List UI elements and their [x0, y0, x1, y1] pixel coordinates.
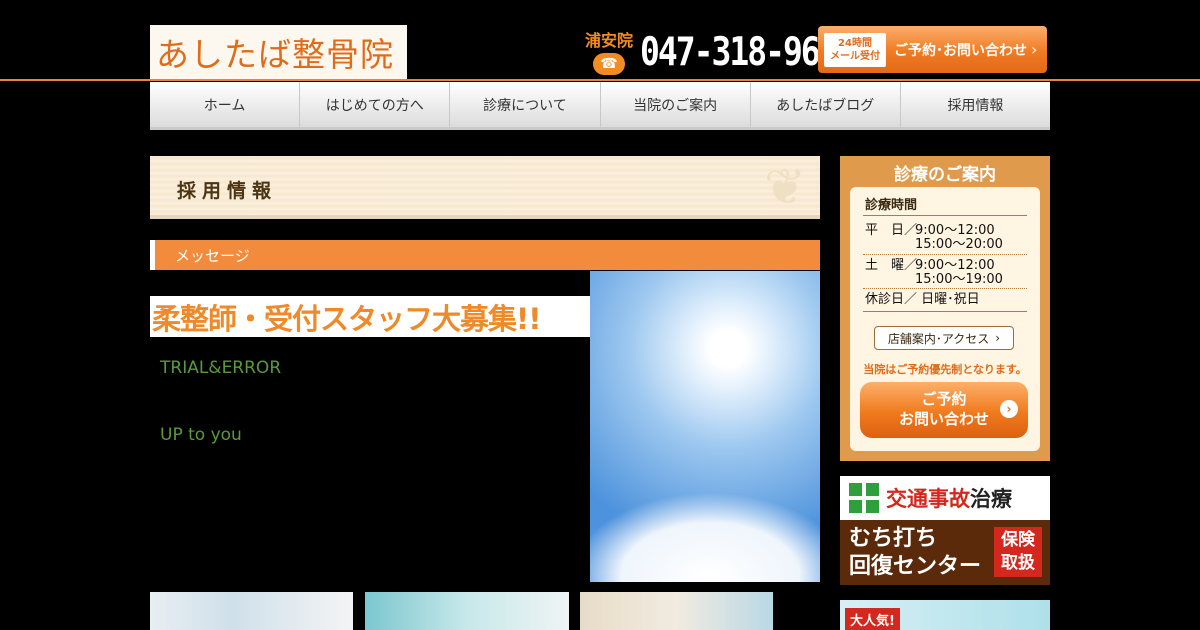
- contact-button[interactable]: 24時間 メール受付 ご予約･お問い合わせ ›: [818, 26, 1047, 73]
- divider: [863, 215, 1027, 216]
- clinic-info-heading: 診療のご案内: [894, 165, 996, 185]
- contact-button-label: ご予約･お問い合わせ: [894, 42, 1027, 59]
- divider: [863, 311, 1027, 312]
- nav-item-about[interactable]: 当院のご案内: [601, 82, 751, 127]
- reserve-button[interactable]: ご予約 お問い合わせ ›: [860, 382, 1028, 438]
- nav-item-recruit[interactable]: 採用情報: [901, 82, 1050, 127]
- recruit-banner-text: 柔整師・受付スタッフ大募集!!: [152, 301, 541, 336]
- hours-heading: 診療時間: [865, 198, 918, 213]
- nav-item-blog[interactable]: あしたばブログ: [751, 82, 901, 127]
- chevron-right-icon: ›: [995, 331, 1001, 345]
- page-title-bar: 採用情報 ❦: [150, 156, 820, 219]
- traffic-banner-subtitle: むち打ち 回復センター: [849, 526, 982, 579]
- lead-text-1: TRIAL&ERROR: [160, 358, 282, 378]
- tel-area-label: 浦安院: [584, 31, 633, 50]
- staff-photo-1: [150, 592, 353, 630]
- hours-row-saturday: 土 曜／9:00〜12:00 15:00〜19:00: [865, 258, 1003, 287]
- header-divider: [0, 79, 1200, 81]
- insurance-badge: 保険 取扱: [994, 527, 1042, 577]
- tel-area-badge: 浦安院 ☎: [582, 27, 636, 77]
- divider: [863, 254, 1027, 255]
- leaf-icon: ❦: [764, 158, 806, 216]
- closed-days: 休診日／ 日曜･祝日: [865, 292, 980, 307]
- nav-item-treatment[interactable]: 診療について: [450, 82, 601, 127]
- staff-photo-3: [580, 592, 773, 630]
- global-nav: ホーム はじめての方へ 診療について 当院のご案内 あしたばブログ 採用情報: [150, 82, 1050, 130]
- phone-icon: ☎: [593, 53, 625, 75]
- divider: [863, 288, 1027, 289]
- reservation-note: 当院はご予約優先制となります。: [863, 363, 1027, 376]
- staff-photo-2: [365, 592, 569, 630]
- lead-text-2: UP to you: [160, 425, 242, 445]
- nav-item-home[interactable]: ホーム: [150, 82, 301, 127]
- logo-text: あしたば整骨院: [156, 35, 394, 74]
- clinic-info-body: 診療時間 平 日／9:00〜12:00 15:00〜20:00 土 曜／9:00…: [850, 187, 1040, 451]
- popular-badge: 大人気!: [845, 608, 900, 630]
- clinic-info-panel: 診療のご案内 診療時間 平 日／9:00〜12:00 15:00〜20:00 土…: [840, 156, 1050, 461]
- section-heading: メッセージ: [175, 247, 250, 265]
- green-cross-icon: [849, 483, 879, 513]
- nav-item-first-visit[interactable]: はじめての方へ: [300, 82, 451, 127]
- hours-row-weekday: 平 日／9:00〜12:00 15:00〜20:00: [865, 223, 1003, 252]
- traffic-accident-banner[interactable]: 交通事故治療 むち打ち 回復センター 保険 取扱: [840, 476, 1050, 585]
- sky-image: [590, 271, 820, 582]
- page-title: 採用情報: [177, 180, 278, 202]
- traffic-banner-title: 交通事故治療: [886, 487, 1012, 511]
- store-access-button[interactable]: 店舗案内･アクセス ›: [874, 326, 1014, 350]
- mail-24h-badge: 24時間 メール受付: [824, 32, 886, 67]
- chevron-right-icon: ›: [1031, 40, 1038, 59]
- chevron-right-icon: ›: [1000, 400, 1018, 418]
- section-heading-bar: メッセージ: [150, 240, 820, 270]
- popular-banner[interactable]: 大人気!: [840, 600, 1050, 630]
- recruit-banner: 柔整師・受付スタッフ大募集!!: [150, 296, 590, 337]
- site-logo[interactable]: あしたば整骨院: [150, 25, 407, 79]
